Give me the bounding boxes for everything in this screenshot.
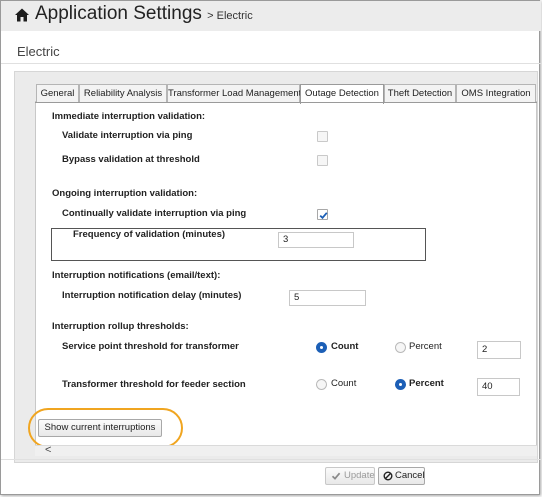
cancel-icon (383, 471, 393, 481)
bypass-validation-checkbox[interactable] (317, 155, 328, 166)
cancel-button[interactable]: Cancel (378, 467, 425, 485)
immediate-heading: Immediate interruption validation: (52, 111, 206, 122)
tab-outage-detection[interactable]: Outage Detection (300, 84, 384, 104)
service-point-percent-radio[interactable] (395, 342, 406, 353)
transformer-count-radio[interactable] (316, 379, 327, 390)
app-title: Application Settings > Electric (35, 3, 253, 25)
transformer-percent-radio[interactable] (395, 379, 406, 390)
transformer-percent-label[interactable]: Percent (409, 378, 444, 389)
callout-highlight (28, 408, 183, 448)
service-point-threshold-label: Service point threshold for transformer (62, 341, 239, 352)
notification-delay-input[interactable]: 5 (289, 290, 366, 306)
tab-general[interactable]: General (36, 84, 79, 103)
validate-ping-checkbox[interactable] (317, 131, 328, 142)
tab-reliability-analysis[interactable]: Reliability Analysis (79, 84, 167, 103)
checkmark-icon (331, 472, 341, 480)
tab-transformer-load-management[interactable]: Transformer Load Management (167, 84, 301, 103)
divider (1, 63, 541, 64)
continual-validate-checkbox[interactable] (317, 209, 328, 220)
page-title: Electric (17, 44, 60, 59)
service-point-count-label[interactable]: Count (331, 341, 358, 352)
rollup-heading: Interruption rollup thresholds: (52, 321, 189, 332)
home-icon[interactable] (14, 7, 30, 23)
notifications-heading: Interruption notifications (email/text): (52, 270, 221, 281)
continual-validate-label: Continually validate interruption via pi… (62, 208, 247, 219)
bypass-validation-label: Bypass validation at threshold (62, 154, 200, 165)
tab-underline (35, 102, 537, 103)
settings-window: Application Settings > Electric Electric… (0, 0, 541, 495)
transformer-threshold-label: Transformer threshold for feeder section (62, 379, 246, 390)
service-point-count-radio[interactable] (316, 342, 327, 353)
scroll-left-arrow-icon[interactable]: < (45, 444, 51, 456)
transformer-count-label[interactable]: Count (331, 378, 356, 389)
tab-oms-integration[interactable]: OMS Integration (456, 84, 536, 103)
update-button[interactable]: Update (325, 467, 375, 485)
update-label: Update (344, 470, 375, 481)
service-point-threshold-input[interactable]: 2 (477, 341, 521, 359)
checkmark-icon (319, 212, 328, 220)
footer-divider (1, 459, 541, 460)
notification-delay-label: Interruption notification delay (minutes… (62, 290, 242, 301)
breadcrumb[interactable]: > Electric (207, 10, 253, 22)
validate-ping-label: Validate interruption via ping (62, 130, 193, 141)
frequency-label: Frequency of validation (minutes) (73, 229, 226, 240)
cancel-label: Cancel (395, 470, 425, 481)
tab-theft-detection[interactable]: Theft Detection (384, 84, 456, 103)
app-header: Application Settings > Electric (1, 1, 541, 31)
horizontal-scrollbar[interactable] (35, 445, 537, 456)
ongoing-heading: Ongoing interruption validation: (52, 188, 198, 199)
frequency-input[interactable]: 3 (278, 232, 354, 248)
service-point-percent-label[interactable]: Percent (409, 341, 442, 352)
transformer-threshold-input[interactable]: 40 (477, 378, 520, 396)
app-title-text: Application Settings (35, 3, 202, 24)
